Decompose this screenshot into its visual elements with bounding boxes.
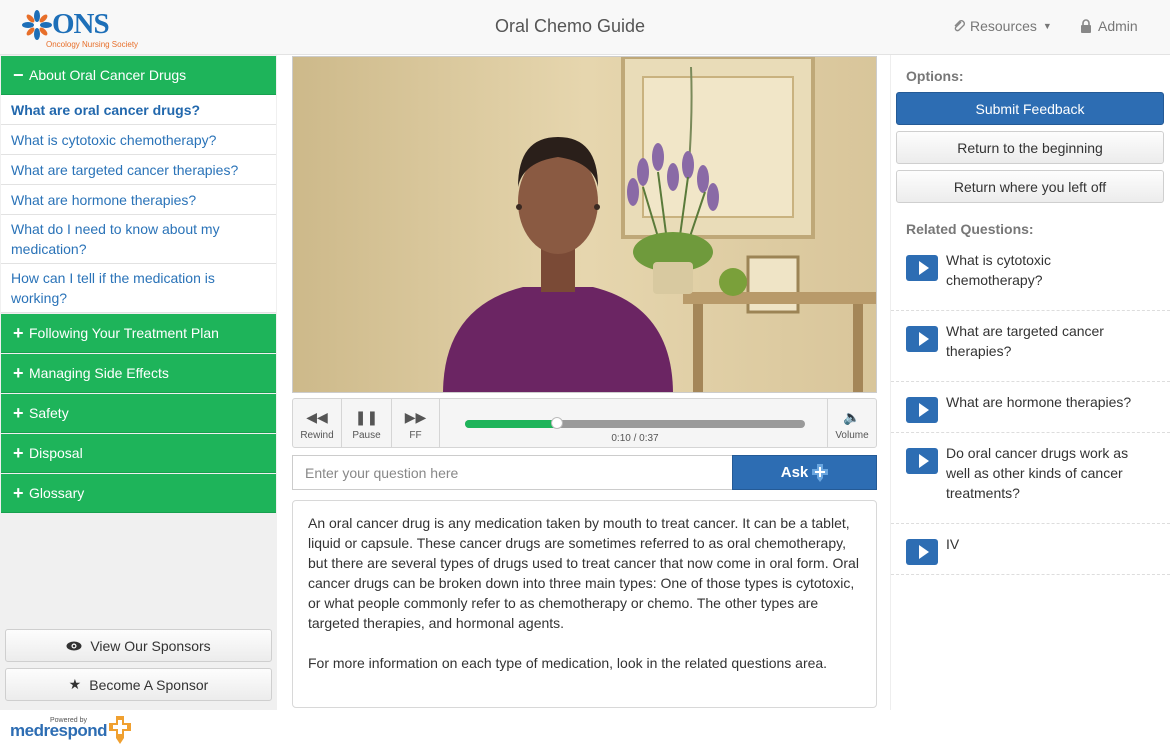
plus-icon: +: [13, 322, 24, 343]
pause-icon: ❚❚: [354, 409, 379, 425]
logo-subtext: Oncology Nursing Society: [46, 40, 139, 49]
sidebar-item-cytotoxic[interactable]: What is cytotoxic chemotherapy?: [1, 125, 276, 155]
button-label: View Our Sponsors: [90, 637, 211, 654]
star-icon: ★: [68, 676, 82, 692]
button-label: Return where you left off: [953, 178, 1107, 195]
admin-link[interactable]: Admin: [1080, 18, 1138, 34]
resources-dropdown[interactable]: Resources ▼: [952, 18, 1052, 34]
button-label: Ask: [780, 464, 809, 481]
sidebar-item-label: What is cytotoxic chemotherapy?: [11, 131, 217, 148]
plus-icon: +: [13, 482, 24, 503]
sidebar-item-know-medication[interactable]: What do I need to know about my medicati…: [1, 215, 276, 264]
section-disposal[interactable]: + Disposal: [1, 434, 276, 473]
section-label: Managing Side Effects: [29, 365, 169, 381]
minus-icon: −: [13, 64, 24, 85]
section-label: Safety: [29, 405, 69, 421]
caret-down-icon: ▼: [1042, 21, 1052, 31]
progress-fill: [465, 420, 557, 428]
answer-panel: An oral cancer drug is any medication ta…: [292, 500, 877, 708]
options-heading: Options:: [906, 68, 964, 84]
return-beginning-button[interactable]: Return to the beginning: [896, 131, 1164, 164]
medrespond-text: medrespond: [10, 721, 108, 740]
control-label: Rewind: [300, 430, 334, 441]
progress-bar[interactable]: [465, 417, 805, 429]
paperclip-icon: [954, 20, 965, 32]
plus-bubble-icon: [812, 463, 829, 482]
section-following-treatment-plan[interactable]: + Following Your Treatment Plan: [1, 314, 276, 353]
related-question-text: What are hormone therapies?: [946, 394, 1132, 410]
related-question-item[interactable]: Do oral cancer drugs work as well as oth…: [891, 443, 1170, 524]
related-question-item[interactable]: IV: [891, 534, 1170, 575]
control-label: Volume: [835, 430, 869, 441]
section-label: About Oral Cancer Drugs: [29, 67, 187, 83]
sidebar-item-label: How can I tell if the medication is work…: [11, 270, 215, 306]
return-left-off-button[interactable]: Return where you left off: [896, 170, 1164, 203]
play-icon[interactable]: [906, 397, 938, 423]
sidebar-item-medication-working[interactable]: How can I tell if the medication is work…: [1, 264, 276, 313]
answer-paragraph: An oral cancer drug is any medication ta…: [308, 515, 859, 631]
become-sponsor-button[interactable]: ★ Become A Sponsor: [5, 668, 272, 701]
sidebar-item-targeted[interactable]: What are targeted cancer therapies?: [1, 155, 276, 185]
button-label: Return to the beginning: [957, 139, 1103, 156]
answer-paragraph: For more information on each type of med…: [308, 655, 828, 671]
play-icon[interactable]: [906, 539, 938, 565]
section-label: Following Your Treatment Plan: [29, 325, 219, 341]
rewind-button[interactable]: ◀◀ Rewind: [293, 399, 342, 447]
rewind-icon: ◀◀: [306, 409, 328, 425]
medrespond-logo[interactable]: Powered by medrespond: [10, 716, 135, 746]
video-controls: ◀◀ Rewind ❚❚ Pause ▶▶ FF 0:10 / 0:37 🔈 V…: [292, 398, 877, 448]
control-label: FF: [409, 430, 422, 441]
time-readout: 0:10 / 0:37: [611, 433, 659, 444]
section-glossary[interactable]: + Glossary: [1, 474, 276, 513]
fast-forward-icon: ▶▶: [404, 409, 427, 425]
submit-feedback-button[interactable]: Submit Feedback: [896, 92, 1164, 125]
section-label: Disposal: [29, 445, 83, 461]
sidebar-item-what-are-oral-cancer-drugs[interactable]: What are oral cancer drugs?: [1, 95, 276, 125]
section-safety[interactable]: + Safety: [1, 394, 276, 433]
control-label: Pause: [352, 430, 381, 441]
medrespond-plus-icon: [109, 716, 131, 744]
related-question-item[interactable]: What are targeted cancer therapies?: [891, 321, 1170, 382]
sidebar-item-label: What are hormone therapies?: [11, 191, 197, 208]
related-question-item[interactable]: What is cytotoxic chemotherapy?: [891, 250, 1170, 311]
eye-icon: [66, 641, 82, 650]
related-question-text: What is cytotoxic chemotherapy?: [946, 252, 1052, 288]
admin-label: Admin: [1098, 18, 1138, 34]
sidebar-item-hormone[interactable]: What are hormone therapies?: [1, 185, 276, 215]
sidebar-item-label: What do I need to know about my medicati…: [11, 221, 220, 257]
video-frame-image: [293, 57, 876, 392]
plus-icon: +: [13, 362, 24, 383]
top-navbar: ONS Oncology Nursing Society Oral Chemo …: [0, 0, 1170, 55]
button-label: Submit Feedback: [975, 100, 1085, 117]
button-label: Become A Sponsor: [89, 676, 209, 693]
volume-icon: 🔈: [843, 409, 861, 425]
related-question-item[interactable]: What are hormone therapies?: [891, 392, 1170, 433]
ask-button[interactable]: Ask: [732, 455, 877, 490]
fast-forward-button[interactable]: ▶▶ FF: [392, 399, 440, 447]
sidebar-item-label: What are oral cancer drugs?: [11, 101, 201, 118]
sidebar-item-label: What are targeted cancer therapies?: [11, 161, 239, 178]
play-icon[interactable]: [906, 448, 938, 474]
related-question-text: Do oral cancer drugs work as well as oth…: [946, 445, 1129, 501]
related-question-text: What are targeted cancer therapies?: [946, 323, 1104, 359]
related-question-text: IV: [946, 536, 960, 552]
plus-icon: +: [13, 442, 24, 463]
related-questions-heading: Related Questions:: [906, 221, 1034, 237]
lock-icon: [1081, 19, 1091, 33]
progress-handle[interactable]: [550, 417, 563, 429]
volume-button[interactable]: 🔈 Volume: [827, 399, 876, 447]
section-about-oral-cancer-drugs[interactable]: − About Oral Cancer Drugs: [1, 56, 276, 95]
video-player[interactable]: [292, 56, 877, 393]
section-managing-side-effects[interactable]: + Managing Side Effects: [1, 354, 276, 393]
section-label: Glossary: [29, 485, 85, 501]
play-icon[interactable]: [906, 326, 938, 352]
plus-icon: +: [13, 402, 24, 423]
play-icon[interactable]: [906, 255, 938, 281]
resources-label: Resources: [970, 18, 1037, 34]
view-sponsors-button[interactable]: View Our Sponsors: [5, 629, 272, 662]
question-input[interactable]: [292, 455, 733, 490]
pause-button[interactable]: ❚❚ Pause: [342, 399, 392, 447]
